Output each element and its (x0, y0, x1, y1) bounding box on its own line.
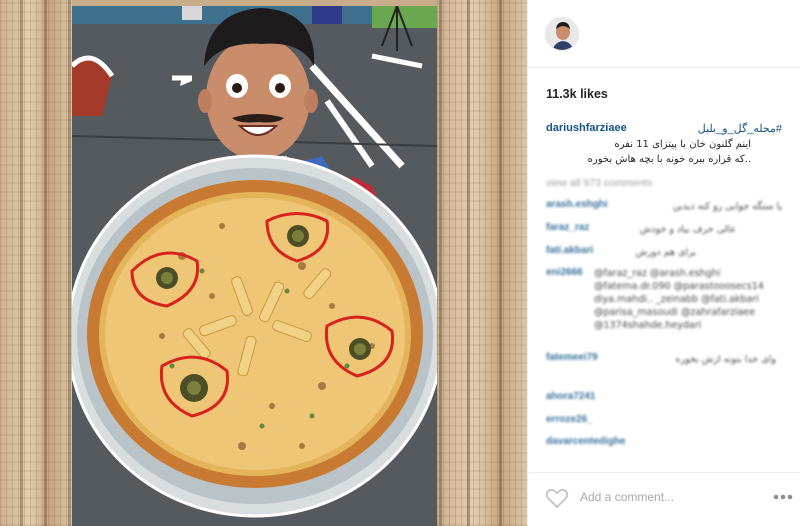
comment-user[interactable]: fati.akbari (546, 245, 593, 256)
caption-line-2: ..که قراره ببره خونه با بچه هاش بخوره (587, 154, 751, 165)
post-header (528, 0, 800, 68)
comment-user[interactable]: faraz_raz (546, 222, 589, 233)
wood-frame-right (437, 0, 527, 526)
comment-text: پا سنگه جوابی رو کنه دیدین (672, 201, 782, 212)
likes-count[interactable]: 11.3k likes (546, 87, 608, 101)
heart-icon[interactable] (545, 487, 569, 509)
wood-frame-left (0, 0, 72, 526)
comment-text: وای خدا بتونه ازش بخوره (675, 354, 776, 365)
comment-user[interactable]: davarcentedighe (546, 436, 625, 447)
add-comment-input[interactable] (580, 486, 750, 508)
post-photo[interactable] (72, 6, 437, 526)
avatar[interactable] (545, 17, 579, 51)
comment-user[interactable]: arash.eshghi (546, 199, 608, 210)
post-info-panel: 11.3k likes dariushfarziaee #محله_گل_و_ب… (527, 0, 800, 526)
comment-text: برای هم دورش (635, 247, 696, 258)
comment-text: @faraz_raz @arash.eshghi @fatema.dr.090 … (594, 268, 764, 331)
comment-user[interactable]: eni2666 (546, 267, 583, 278)
caption-line-1: اینم گلنون خان با پیتزای 11 نفره (614, 139, 751, 150)
comment-text: عالی حرف بیاد و خودش (639, 224, 736, 235)
caption-username[interactable]: dariushfarziaee (546, 122, 627, 134)
comment-user[interactable]: ahora7241 (546, 391, 595, 402)
comment-user[interactable]: erroze26_ (546, 414, 593, 425)
comment-user[interactable]: fatemeei79 (546, 352, 598, 363)
post-footer (528, 472, 800, 526)
ellipsis-icon[interactable] (772, 487, 794, 507)
view-all-comments-link[interactable]: view all 973 comments (546, 177, 652, 189)
caption-hashtag[interactable]: #محله_گل_و_بلبل (642, 122, 782, 135)
pizza-photo-illustration (72, 6, 437, 526)
post-image-area (0, 0, 527, 526)
